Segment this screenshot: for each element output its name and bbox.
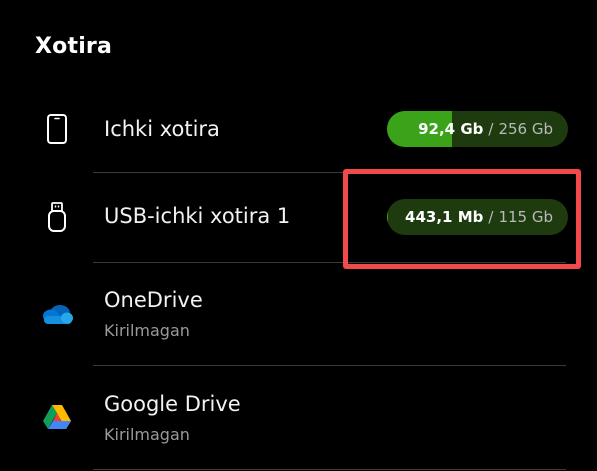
storage-item-internal[interactable]: Ichki xotira 92,4 Gb / 256 Gb — [0, 100, 597, 160]
google-drive-label: Google Drive — [104, 392, 241, 416]
google-drive-status: Kirilmagan — [104, 425, 190, 444]
usage-pill-internal: 92,4 Gb / 256 Gb — [387, 111, 568, 147]
highlight-box — [343, 169, 581, 269]
storage-item-internal-label: Ichki xotira — [104, 117, 220, 141]
usage-total-internal: 256 Gb — [498, 120, 553, 138]
onedrive-status: Kirilmagan — [104, 321, 190, 340]
divider — [93, 469, 566, 470]
usb-drive-icon — [40, 200, 74, 234]
onedrive-label: OneDrive — [104, 288, 203, 312]
phone-icon — [40, 112, 74, 146]
cloud-item-onedrive[interactable]: OneDrive Kirilmagan — [0, 276, 597, 356]
cloud-item-google-drive[interactable]: Google Drive Kirilmagan — [0, 380, 597, 460]
usage-used-internal: 92,4 Gb — [418, 120, 484, 138]
onedrive-cloud-icon — [40, 298, 74, 332]
divider — [93, 365, 566, 366]
google-drive-icon — [40, 400, 74, 434]
usage-separator: / — [488, 120, 494, 138]
section-title: Xotira — [35, 34, 113, 59]
storage-item-usb-label: USB-ichki xotira 1 — [104, 204, 291, 228]
